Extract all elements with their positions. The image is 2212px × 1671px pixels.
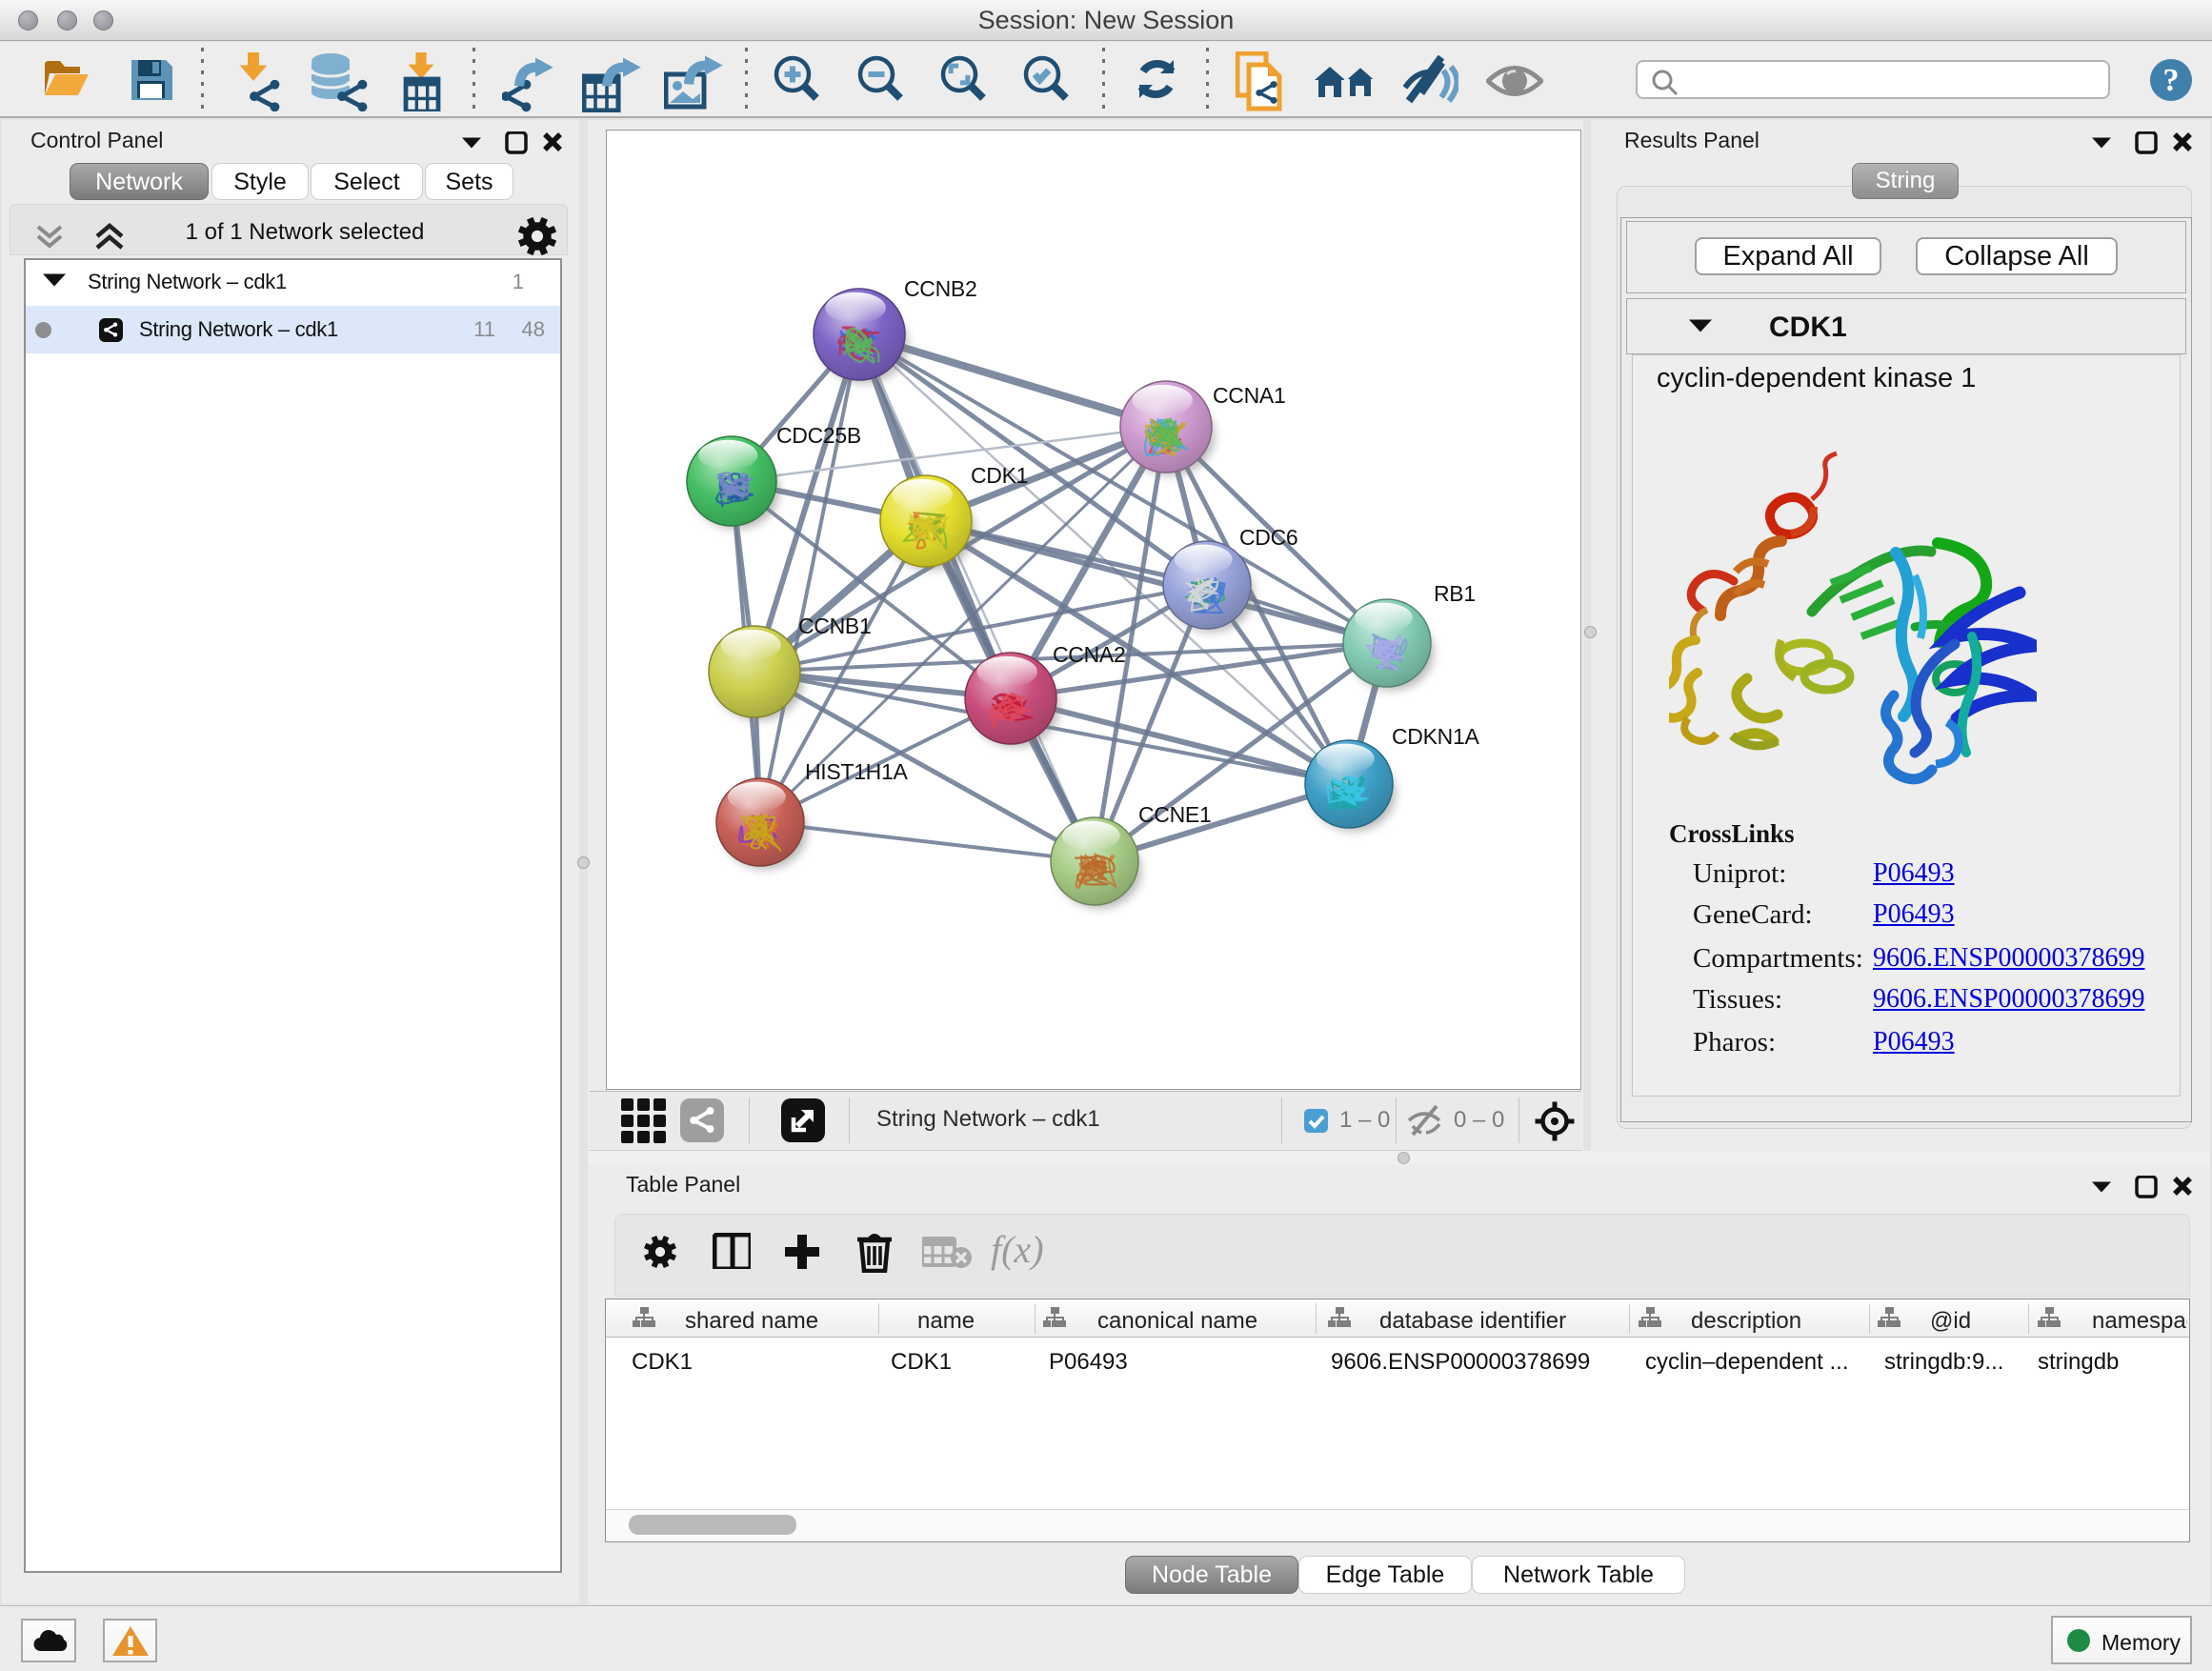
svg-text:RB1: RB1: [1434, 581, 1476, 606]
svg-text:CDKN1A: CDKN1A: [1392, 724, 1479, 749]
svg-text:CCNA2: CCNA2: [1053, 642, 1125, 667]
svg-text:CDK1: CDK1: [971, 463, 1028, 488]
svg-text:CCNE1: CCNE1: [1138, 802, 1211, 827]
svg-text:CDC6: CDC6: [1239, 525, 1297, 550]
svg-text:?: ?: [2163, 63, 2180, 98]
svg-text:HIST1H1A: HIST1H1A: [805, 759, 908, 784]
svg-text:CCNB1: CCNB1: [798, 614, 871, 638]
svg-text:CCNB2: CCNB2: [904, 276, 976, 301]
svg-text:CCNA1: CCNA1: [1213, 383, 1285, 408]
svg-text:CDC25B: CDC25B: [776, 423, 861, 448]
